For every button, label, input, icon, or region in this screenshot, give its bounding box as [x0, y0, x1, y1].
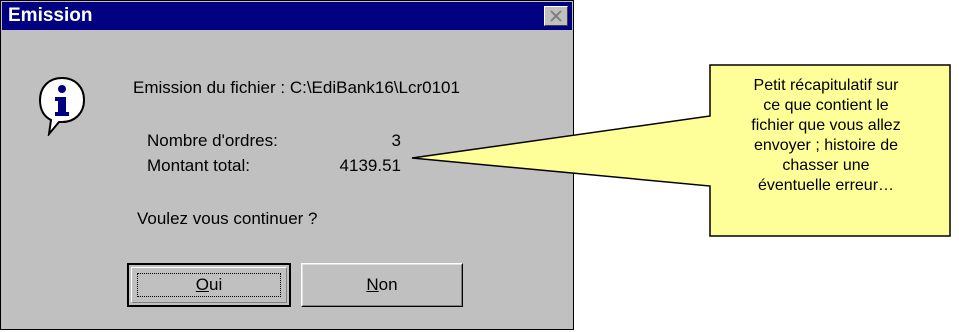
- callout-line: envoyer ; histoire de: [753, 137, 899, 154]
- callout-line: ce que contient le: [763, 97, 889, 114]
- callout-text: Petit récapitulatif sur ce que contient …: [708, 76, 944, 196]
- callout-line: Petit récapitulatif sur: [753, 77, 899, 94]
- callout-line: chasser une: [782, 157, 870, 174]
- callout-line: éventuelle erreur…: [757, 177, 895, 194]
- callout-line: fichier que vous allez: [751, 117, 901, 134]
